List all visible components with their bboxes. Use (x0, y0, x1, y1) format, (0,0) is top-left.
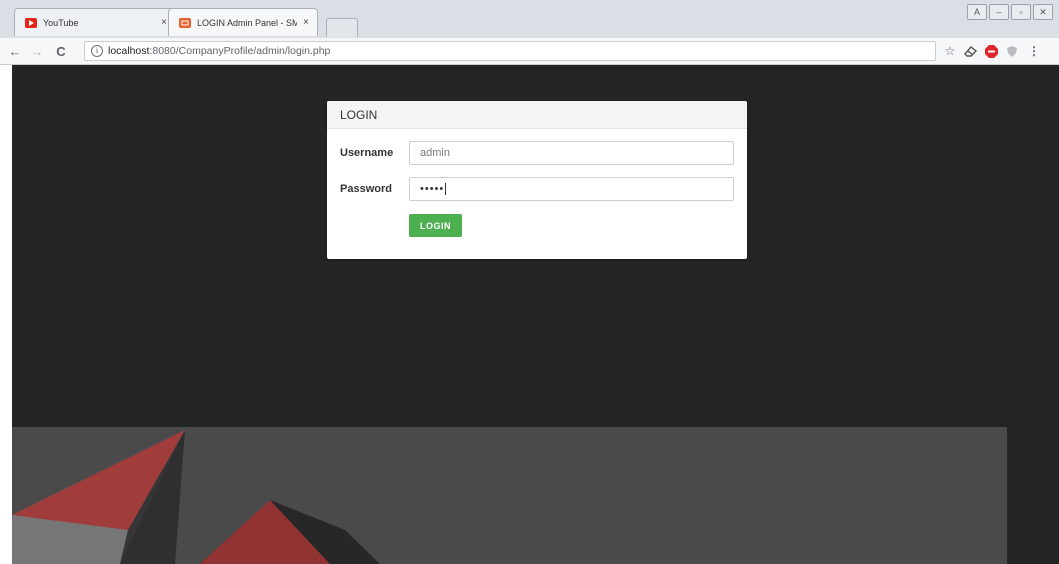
username-value: admin (420, 147, 450, 159)
info-icon[interactable]: i (91, 45, 103, 57)
admin-favicon-icon (179, 17, 191, 28)
reload-button[interactable]: C (52, 42, 70, 60)
minimize-button[interactable]: – (989, 4, 1009, 20)
star-icon[interactable]: ☆ (942, 43, 958, 59)
new-tab-button[interactable] (326, 18, 358, 37)
tab-title: YouTube (43, 17, 79, 28)
address-bar[interactable]: i localhost:8080/CompanyProfile/admin/lo… (84, 41, 936, 61)
url-path: :8080/CompanyProfile/admin/login.php (149, 45, 331, 57)
back-button[interactable]: ← (6, 42, 24, 60)
tab-title: LOGIN Admin Panel - SMF (197, 17, 298, 28)
password-value: ••••• (420, 183, 445, 195)
login-panel: LOGIN Username admin Password ••••• LOGI… (327, 101, 747, 259)
profile-button[interactable]: A (967, 4, 987, 20)
tab-youtube[interactable]: YouTube × (14, 8, 176, 36)
tab-close-icon[interactable]: × (303, 17, 309, 28)
close-window-button[interactable]: ✕ (1033, 4, 1053, 20)
username-label: Username (340, 147, 394, 159)
password-label: Password (340, 183, 392, 195)
eraser-icon[interactable] (962, 43, 978, 59)
adblock-icon[interactable] (983, 43, 999, 59)
text-caret (445, 183, 447, 196)
window-controls: A – ▫ ✕ (967, 4, 1053, 20)
tab-close-icon[interactable]: × (161, 17, 167, 28)
youtube-favicon-icon (25, 17, 37, 28)
tab-login-admin[interactable]: LOGIN Admin Panel - SMF × (168, 8, 318, 36)
watermark-logo (12, 430, 380, 564)
username-field[interactable]: admin (409, 141, 734, 165)
forward-button[interactable]: → (28, 42, 46, 60)
browser-toolbar: ← → C i localhost:8080/CompanyProfile/ad… (0, 38, 1059, 65)
login-panel-heading: LOGIN (327, 101, 747, 129)
menu-icon[interactable]: ⋮ (1026, 43, 1042, 59)
maximize-button[interactable]: ▫ (1011, 4, 1031, 20)
login-button[interactable]: LOGIN (409, 214, 462, 237)
tab-strip: YouTube × LOGIN Admin Panel - SMF × A – … (0, 0, 1059, 39)
password-field[interactable]: ••••• (409, 177, 734, 201)
shield-icon[interactable] (1004, 43, 1020, 59)
url-host: localhost (108, 45, 150, 57)
